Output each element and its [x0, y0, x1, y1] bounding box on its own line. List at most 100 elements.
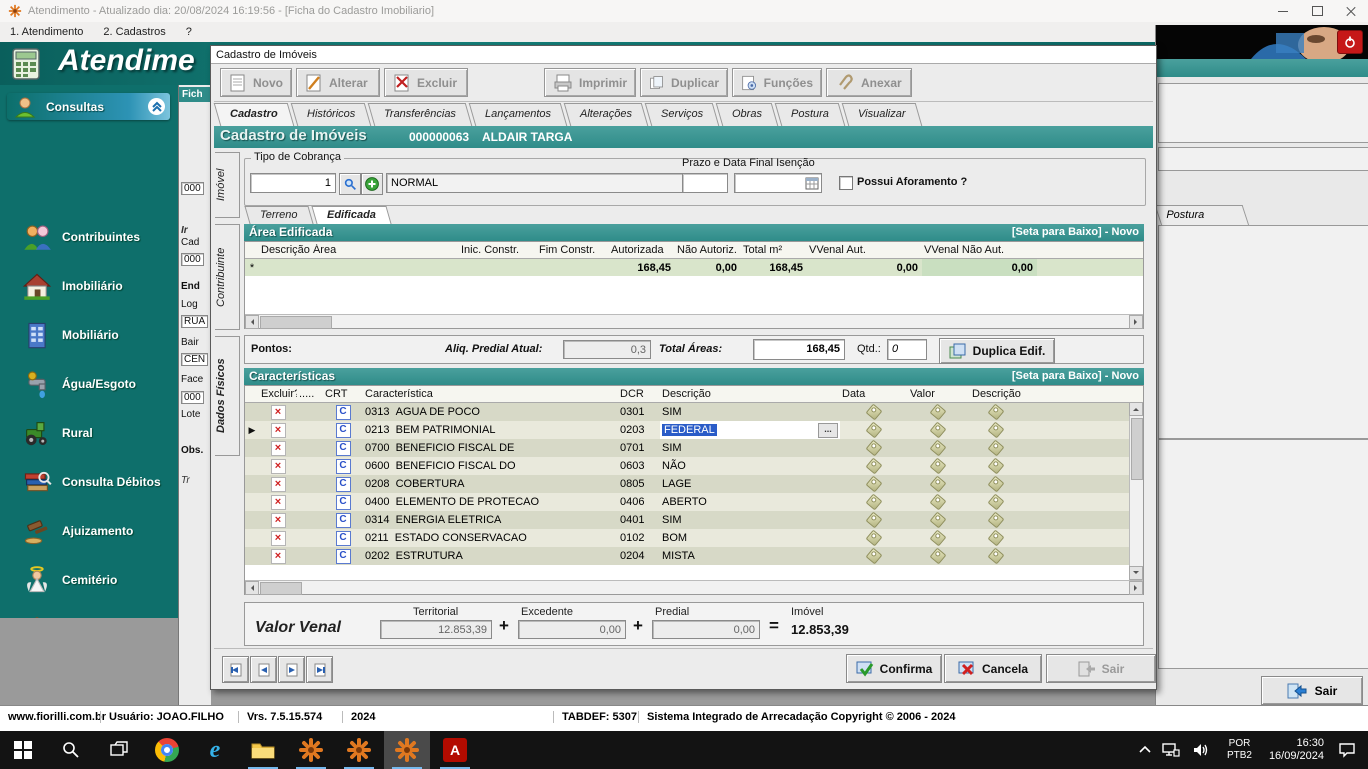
power-button[interactable] [1337, 30, 1363, 54]
alterar-button[interactable]: Alterar [296, 68, 380, 97]
delete-icon[interactable]: × [271, 531, 286, 546]
tag-icon[interactable] [930, 530, 947, 547]
sidebar-item-imobiliario[interactable]: Imobiliário [22, 266, 172, 306]
notification-icon[interactable] [1338, 731, 1356, 769]
fiorilli-app-icon[interactable] [336, 731, 382, 769]
tab-obras[interactable]: Obras [716, 103, 779, 126]
qtd-field[interactable]: 0 [887, 339, 927, 360]
aliq-field[interactable]: 0,3 [563, 340, 651, 359]
search-button[interactable] [339, 173, 361, 195]
task-view-icon[interactable] [96, 731, 142, 769]
side-tab-dados-fisicos[interactable]: Dados Físicos [215, 336, 240, 456]
start-button[interactable] [0, 731, 46, 769]
crt-icon[interactable]: C [336, 531, 351, 546]
menu-cadastros[interactable]: 2. Cadastros [93, 26, 175, 38]
horizontal-scrollbar[interactable] [245, 580, 1143, 594]
confirma-button[interactable]: Confirma [846, 654, 942, 683]
scroll-thumb[interactable] [260, 316, 332, 329]
scroll-thumb[interactable] [260, 582, 302, 595]
crt-icon[interactable]: C [336, 495, 351, 510]
total-areas-field[interactable]: 168,45 [753, 339, 845, 360]
col-header[interactable]: Autorizada [609, 244, 675, 256]
bg-sair-button[interactable]: Sair [1261, 676, 1363, 705]
delete-icon[interactable]: × [271, 477, 286, 492]
predial-field[interactable]: 0,00 [652, 620, 760, 639]
scroll-left-button[interactable] [245, 581, 259, 595]
crt-icon[interactable]: C [336, 513, 351, 528]
next-record-button[interactable] [278, 656, 305, 683]
cancela-button[interactable]: Cancela [944, 654, 1042, 683]
tab-cadastro[interactable]: Cadastro [214, 103, 294, 126]
tab-transferencias[interactable]: Transferências [368, 103, 473, 126]
delete-icon[interactable]: × [271, 549, 286, 564]
fiorilli-app-icon[interactable] [288, 731, 334, 769]
tag-icon[interactable] [988, 548, 1005, 565]
crt-icon[interactable]: C [336, 405, 351, 420]
col-header[interactable]: Não Autoriz. [675, 244, 741, 256]
maximize-button[interactable] [1300, 1, 1334, 22]
last-record-button[interactable] [306, 656, 333, 683]
sidebar-item-cemiterio[interactable]: Cemitério [22, 560, 172, 600]
table-row[interactable]: × C 0314 ENERGIA ELETRICA 0401 SIM [245, 511, 1143, 529]
side-tab-contribuinte[interactable]: Contribuinte [215, 224, 240, 330]
col-header[interactable]: Descrição Área [259, 244, 459, 256]
delete-icon[interactable]: × [271, 405, 286, 420]
duplica-edif-button[interactable]: Duplica Edif. [939, 338, 1055, 364]
col-header[interactable]: Total m² [741, 244, 807, 256]
crt-icon[interactable]: C [336, 441, 351, 456]
network-icon[interactable] [1162, 731, 1180, 769]
acrobat-icon[interactable] [432, 731, 478, 769]
tag-icon[interactable] [866, 404, 883, 421]
tag-icon[interactable] [930, 422, 947, 439]
vertical-scrollbar[interactable] [1129, 402, 1143, 580]
tag-icon[interactable] [930, 476, 947, 493]
col-header[interactable]: ..... [297, 388, 323, 400]
tag-icon[interactable] [866, 440, 883, 457]
tag-icon[interactable] [866, 494, 883, 511]
sidebar-item-rural[interactable]: Rural [22, 413, 172, 453]
minimize-button[interactable] [1266, 1, 1300, 22]
delete-icon[interactable]: × [271, 441, 286, 456]
table-row[interactable]: × C 0208 COBERTURA 0805 LAGE [245, 475, 1143, 493]
col-header[interactable]: VVenal Não Aut. [922, 244, 1037, 256]
table-row[interactable]: × C 0400 ELEMENTO DE PROTECAO 0406 ABERT… [245, 493, 1143, 511]
aforamento-checkbox[interactable] [839, 176, 853, 190]
imprimir-button[interactable]: Imprimir [544, 68, 636, 97]
tag-icon[interactable] [866, 458, 883, 475]
tag-icon[interactable] [866, 548, 883, 565]
col-header[interactable]: Excluir? [259, 388, 297, 400]
tag-icon[interactable] [930, 494, 947, 511]
col-header[interactable]: Característica [363, 388, 618, 400]
previous-record-button[interactable] [250, 656, 277, 683]
chrome-icon[interactable] [144, 731, 190, 769]
tab-historicos[interactable]: Históricos [290, 103, 371, 126]
fiorilli-app-icon-active[interactable] [384, 731, 430, 769]
tag-icon[interactable] [988, 404, 1005, 421]
crt-icon[interactable]: C [336, 477, 351, 492]
col-header[interactable]: CRT [323, 388, 363, 400]
scroll-up-button[interactable] [1129, 402, 1143, 416]
col-header[interactable]: VVenal Aut. [807, 244, 922, 256]
duplicar-button[interactable]: Duplicar [640, 68, 728, 97]
tab-alteracoes[interactable]: Alterações [564, 103, 649, 126]
sidebar-item-mobiliario[interactable]: Mobiliário [22, 315, 172, 355]
calendar-icon[interactable] [805, 176, 819, 195]
close-button[interactable] [1334, 1, 1368, 22]
speaker-icon[interactable] [1192, 731, 1210, 769]
novo-button[interactable]: Novo [220, 68, 292, 97]
tag-icon[interactable] [866, 422, 883, 439]
tag-icon[interactable] [866, 530, 883, 547]
add-button[interactable] [361, 173, 383, 195]
tab-servicos[interactable]: Serviços [645, 103, 720, 126]
clock[interactable]: 16:3016/09/2024 [1269, 731, 1324, 769]
internet-explorer-icon[interactable] [192, 731, 238, 769]
first-record-button[interactable] [222, 656, 249, 683]
scroll-right-button[interactable] [1129, 315, 1143, 329]
tag-icon[interactable] [930, 404, 947, 421]
tab-postura[interactable]: Postura [775, 103, 846, 126]
bg-tab-postura[interactable]: Postura [1155, 205, 1250, 226]
tag-icon[interactable] [930, 458, 947, 475]
chevron-up-icon[interactable] [148, 98, 165, 115]
tag-icon[interactable] [988, 494, 1005, 511]
tray-chevron-icon[interactable] [1138, 731, 1152, 769]
